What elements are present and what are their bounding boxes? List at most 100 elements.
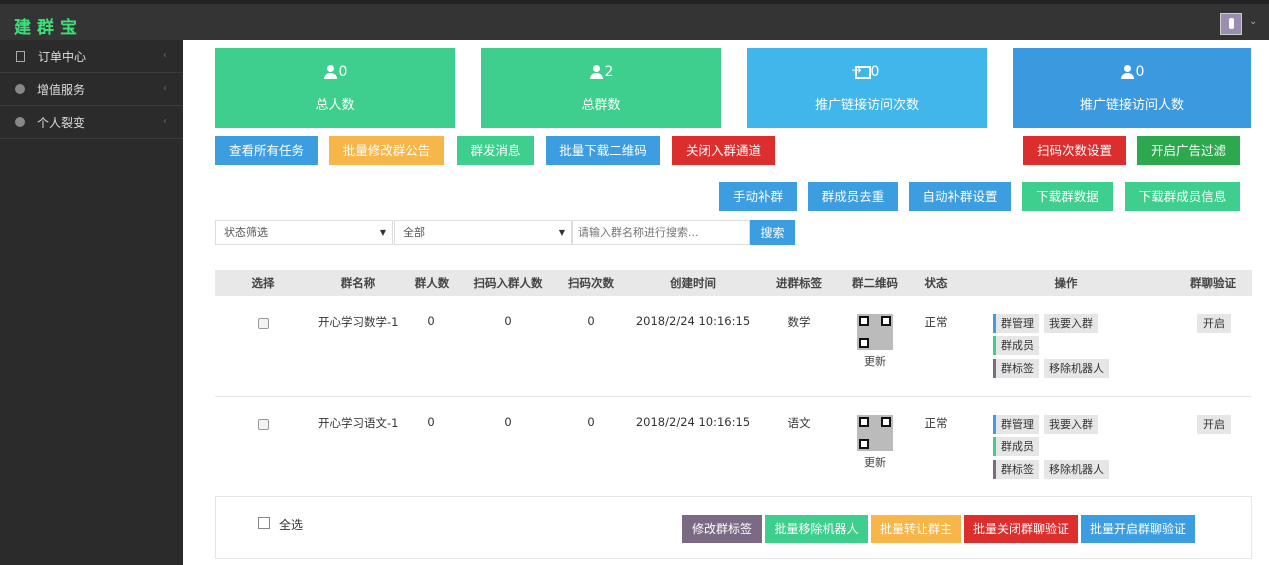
- circle-icon: [15, 117, 25, 127]
- member-count: 0: [427, 415, 435, 429]
- manual-fill-button[interactable]: 手动补群: [719, 182, 797, 211]
- ad-filter-button[interactable]: 开启广告过滤: [1137, 136, 1240, 165]
- search-input[interactable]: [572, 220, 750, 245]
- group-members-button[interactable]: 群成员: [993, 336, 1039, 355]
- select-all-label: 全选: [279, 518, 304, 532]
- created-time: 2018/2/24 10:16:15: [635, 314, 751, 328]
- scan-joined-count: 0: [504, 415, 512, 429]
- chevron-left-icon: ‹: [163, 83, 167, 94]
- qr-update-link[interactable]: 更新: [864, 353, 886, 369]
- caret-down-icon: ▼: [379, 228, 386, 237]
- table-header: 选择 群名称 群人数 扫码入群人数 扫码次数 创建时间 进群标签 群二维码 状态…: [215, 270, 1252, 296]
- sidebar-item-orders[interactable]: 订单中心 ‹: [0, 40, 183, 73]
- batch-open-verify-button[interactable]: 批量开启群聊验证: [1081, 515, 1195, 543]
- download-member-info-button[interactable]: 下载群成员信息: [1125, 182, 1240, 211]
- join-group-button[interactable]: 我要入群: [1044, 314, 1098, 333]
- chevron-left-icon: ‹: [163, 116, 167, 127]
- user-add-icon: [1120, 65, 1136, 79]
- scan-count-settings-button[interactable]: 扫码次数设置: [1023, 136, 1126, 165]
- col-actions: 操作: [1054, 276, 1078, 290]
- auto-fill-settings-button[interactable]: 自动补群设置: [909, 182, 1011, 211]
- sidebar-item-label: 增值服务: [37, 82, 86, 97]
- user-icon: [323, 65, 339, 79]
- stat-card-total-groups: 2 总群数: [481, 48, 721, 128]
- view-all-tasks-button[interactable]: 查看所有任务: [215, 136, 318, 165]
- stat-value: 0: [870, 64, 880, 80]
- col-name: 群名称: [340, 276, 376, 290]
- table-row: 开心学习语文-1 0 0 0 2018/2/24 10:16:15 语文 更新 …: [215, 397, 1252, 497]
- status-text: 正常: [924, 315, 948, 329]
- app-logo[interactable]: 建群宝: [14, 13, 83, 38]
- row-checkbox[interactable]: [258, 419, 269, 430]
- stat-value: 0: [1135, 64, 1145, 80]
- caret-down-icon: ▼: [558, 228, 565, 237]
- sidebar-item-personal-fission[interactable]: 个人裂变 ‹: [0, 106, 183, 139]
- status-filter-select[interactable]: 状态筛选 ▼: [215, 220, 393, 245]
- col-qr: 群二维码: [852, 276, 898, 290]
- enter-icon: [852, 63, 871, 79]
- sidebar-item-value-added[interactable]: 增值服务 ‹: [0, 73, 183, 106]
- download-group-data-button[interactable]: 下载群数据: [1022, 182, 1113, 211]
- scan-count: 0: [587, 314, 595, 328]
- group-name[interactable]: 开心学习数学-1: [318, 314, 398, 330]
- join-tag: 语文: [787, 416, 811, 430]
- group-members-button[interactable]: 群成员: [993, 437, 1039, 456]
- select-all-checkbox[interactable]: [258, 517, 270, 529]
- col-status: 状态: [924, 276, 948, 290]
- table-row: 开心学习数学-1 0 0 0 2018/2/24 10:16:15 数学 更新 …: [215, 296, 1252, 397]
- col-scan-joined: 扫码入群人数: [473, 276, 543, 290]
- stat-label: 总群数: [581, 98, 621, 113]
- row-checkbox[interactable]: [258, 318, 269, 329]
- group-name[interactable]: 开心学习语文-1: [318, 415, 398, 431]
- edit-tags-button[interactable]: 修改群标签: [682, 515, 762, 543]
- avatar[interactable]: [1220, 13, 1242, 35]
- remove-robot-button[interactable]: 移除机器人: [1044, 460, 1109, 479]
- stat-label: 推广链接访问次数: [814, 98, 919, 113]
- stat-label: 推广链接访问人数: [1079, 98, 1184, 113]
- status-text: 正常: [924, 416, 948, 430]
- group-tags-button[interactable]: 群标签: [993, 359, 1039, 378]
- qr-code-image[interactable]: [857, 415, 893, 451]
- stat-value: 2: [604, 64, 614, 80]
- group-manage-button[interactable]: 群管理: [993, 415, 1039, 434]
- col-tag: 进群标签: [776, 276, 822, 290]
- col-created: 创建时间: [670, 276, 716, 290]
- verify-toggle-button[interactable]: 开启: [1197, 314, 1231, 333]
- batch-download-qr-button[interactable]: 批量下载二维码: [546, 136, 660, 165]
- join-group-button[interactable]: 我要入群: [1044, 415, 1098, 434]
- batch-edit-notice-button[interactable]: 批量修改群公告: [329, 136, 444, 165]
- chevron-left-icon: ‹: [163, 50, 167, 61]
- stat-value: 0: [338, 64, 348, 80]
- stat-card-total-people: 0 总人数: [215, 48, 455, 128]
- scope-select[interactable]: 全部 ▼: [394, 220, 572, 245]
- dedupe-members-button[interactable]: 群成员去重: [808, 182, 898, 211]
- sidebar-item-label: 个人裂变: [37, 115, 86, 130]
- verify-toggle-button[interactable]: 开启: [1197, 415, 1231, 434]
- group-tags-button[interactable]: 群标签: [993, 460, 1039, 479]
- document-icon: [16, 50, 25, 62]
- scan-joined-count: 0: [504, 314, 512, 328]
- col-select: 选择: [251, 276, 275, 290]
- status-filter-value: 状态筛选: [224, 226, 268, 239]
- join-tag: 数学: [787, 315, 811, 329]
- col-verify: 群聊验证: [1190, 276, 1236, 290]
- col-members: 群人数: [414, 276, 450, 290]
- member-count: 0: [427, 314, 435, 328]
- batch-transfer-owner-button[interactable]: 批量转让群主: [871, 515, 961, 543]
- qr-code-image[interactable]: [857, 314, 893, 350]
- top-bar: 建群宝 ⌄: [0, 0, 1269, 40]
- col-scans: 扫码次数: [568, 276, 614, 290]
- created-time: 2018/2/24 10:16:15: [635, 415, 751, 429]
- users-icon: [589, 65, 605, 79]
- chevron-down-icon[interactable]: ⌄: [1249, 16, 1257, 27]
- group-manage-button[interactable]: 群管理: [993, 314, 1039, 333]
- qr-update-link[interactable]: 更新: [864, 454, 886, 470]
- stat-label: 总人数: [315, 98, 355, 113]
- batch-remove-robot-button[interactable]: 批量移除机器人: [765, 515, 868, 543]
- batch-close-verify-button[interactable]: 批量关闭群聊验证: [964, 515, 1078, 543]
- search-button[interactable]: 搜索: [750, 220, 795, 245]
- stat-card-link-visitors: 0 推广链接访问人数: [1013, 48, 1251, 128]
- remove-robot-button[interactable]: 移除机器人: [1044, 359, 1109, 378]
- mass-message-button[interactable]: 群发消息: [457, 136, 534, 165]
- close-join-channel-button[interactable]: 关闭入群通道: [672, 136, 775, 165]
